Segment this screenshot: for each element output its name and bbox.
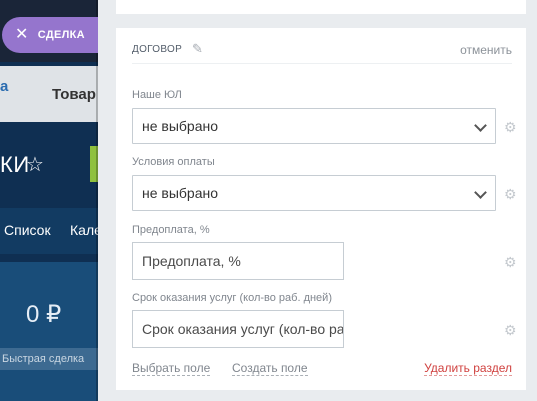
field-label-prepayment: Предоплата, % bbox=[132, 224, 210, 236]
star-icon: ☆ bbox=[26, 154, 44, 176]
section-header: ДОГОВОР ✎ отменить bbox=[132, 41, 512, 64]
pencil-icon[interactable]: ✎ bbox=[192, 41, 203, 57]
contract-section-card: ДОГОВОР ✎ отменить Наше ЮЛ не выбрано ⚙ … bbox=[116, 28, 526, 390]
create-field-link[interactable]: Создать поле bbox=[232, 361, 308, 376]
close-icon: ✕ bbox=[15, 26, 29, 43]
select-value: не выбрано bbox=[142, 185, 219, 201]
chevron-down-icon bbox=[474, 186, 487, 199]
field-label-service-term: Срок оказания услуг (кол-во раб. дней) bbox=[132, 292, 332, 304]
select-field-link[interactable]: Выбрать поле bbox=[132, 361, 211, 376]
gear-icon[interactable]: ⚙ bbox=[504, 120, 517, 134]
service-term-input[interactable]: Срок оказания услуг (кол-во раб. дней) bbox=[132, 310, 344, 348]
select-value: не выбрано bbox=[142, 118, 219, 134]
legal-entity-select[interactable]: не выбрано bbox=[132, 108, 496, 144]
gear-icon[interactable]: ⚙ bbox=[504, 255, 517, 269]
gear-icon[interactable]: ⚙ bbox=[504, 187, 517, 201]
field-label-legal-entity: Наше ЮЛ bbox=[132, 89, 182, 101]
previous-section-card bbox=[116, 0, 526, 14]
background-quick-deal: Быстрая сделка bbox=[0, 348, 100, 370]
deal-tag-label: СДЕЛКА bbox=[37, 29, 85, 41]
payment-terms-select[interactable]: не выбрано bbox=[132, 175, 496, 211]
background-tab-active: a bbox=[0, 78, 9, 95]
background-view-list: Список bbox=[4, 222, 51, 238]
background-column-sum: 0 ₽ bbox=[26, 301, 62, 328]
deal-slider-panel: ДОГОВОР ✎ отменить Наше ЮЛ не выбрано ⚙ … bbox=[98, 0, 537, 401]
section-title: ДОГОВОР bbox=[132, 44, 183, 55]
prepayment-input[interactable]: Предоплата, % bbox=[132, 242, 344, 280]
chevron-down-icon bbox=[474, 119, 487, 132]
field-label-payment-terms: Условия оплаты bbox=[132, 156, 215, 168]
delete-section-link[interactable]: Удалить раздел bbox=[424, 361, 512, 376]
cancel-link[interactable]: отменить bbox=[460, 43, 512, 57]
gear-icon[interactable]: ⚙ bbox=[504, 323, 517, 337]
background-tab-goods: Товар bbox=[52, 86, 96, 103]
close-deal-slider-button[interactable]: ✕ СДЕЛКА bbox=[2, 17, 100, 53]
